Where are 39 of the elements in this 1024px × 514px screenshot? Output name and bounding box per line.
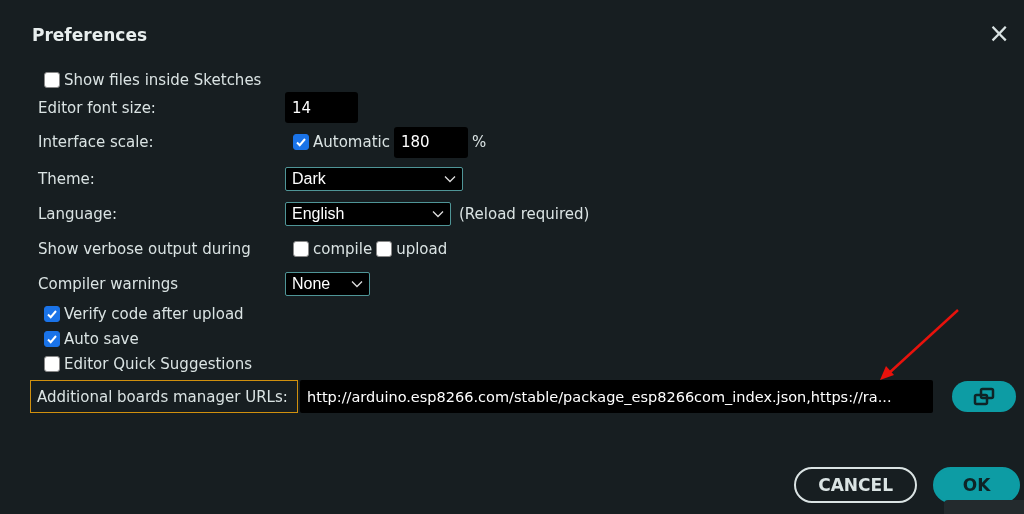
field-label: Additional boards manager URLs:: [30, 380, 298, 413]
chevron-down-icon: [351, 279, 363, 288]
checkbox[interactable]: [44, 355, 60, 372]
windows-icon: [972, 386, 996, 407]
checkbox[interactable]: [44, 305, 60, 322]
checkbox-label: Show files inside Sketches: [64, 70, 262, 89]
checkbox[interactable]: [293, 240, 309, 257]
checkbox[interactable]: [44, 330, 60, 347]
dropdown[interactable]: None: [285, 271, 370, 296]
checkbox-label: Editor Quick Suggestions: [64, 354, 252, 373]
dropdown[interactable]: Dark: [285, 166, 463, 191]
checkbox[interactable]: [376, 240, 393, 257]
setting-label: Compiler warnings: [38, 274, 180, 293]
chevron-down-icon: [444, 174, 456, 183]
checkbox[interactable]: [293, 134, 309, 150]
input-field[interactable]: 14: [285, 92, 358, 123]
close-button[interactable]: ×: [988, 20, 1010, 50]
url-field[interactable]: http://arduino.esp8266.com/stable/package_esp8266com_index.json,https://ra...: [300, 380, 933, 413]
checkbox-label: Verify code after upload: [64, 304, 244, 323]
dialog-title: Preferences: [32, 25, 148, 45]
setting-label: Theme:: [38, 169, 96, 188]
checkbox-label: compile: [313, 239, 373, 258]
setting-label: Interface scale:: [38, 133, 155, 151]
checkbox-label: upload: [396, 239, 448, 258]
unit-label: %: [471, 133, 487, 151]
chevron-down-icon: [432, 209, 444, 218]
setting-label: Language:: [38, 204, 119, 223]
open-list-button[interactable]: [952, 381, 1016, 412]
checkbox-label: Auto save: [64, 329, 139, 348]
cancel-button[interactable]: CANCEL: [794, 467, 917, 503]
ok-button[interactable]: OK: [933, 467, 1020, 503]
setting-label: Show verbose output during: [38, 239, 252, 258]
note-text: (Reload required): [459, 204, 590, 223]
check-icon: [295, 136, 307, 148]
setting-label: Editor font size:: [38, 98, 157, 117]
checkbox[interactable]: [44, 71, 60, 88]
dropdown[interactable]: English: [285, 201, 451, 226]
input-field[interactable]: 180: [393, 126, 468, 158]
checkbox-label: Automatic: [313, 133, 390, 151]
